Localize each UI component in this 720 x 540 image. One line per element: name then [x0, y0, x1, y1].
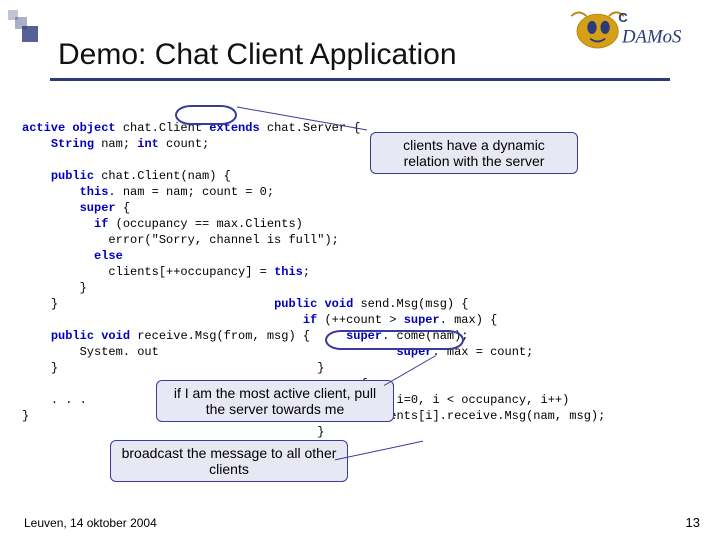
footer-date: Leuven, 14 oktober 2004: [24, 516, 157, 530]
callout-active-client: if I am the most active client, pull the…: [156, 380, 394, 422]
slide-number: 13: [686, 515, 700, 530]
highlight-super-come: [325, 330, 464, 350]
callout-dynamic-relation: clients have a dynamic relation with the…: [370, 132, 578, 174]
highlight-extends: [175, 105, 237, 125]
title-underline: [50, 78, 670, 81]
svg-text:DAMoS: DAMoS: [621, 26, 682, 47]
codamos-logo: DAMoS C: [562, 6, 712, 60]
callout-broadcast: broadcast the message to all other clien…: [110, 440, 348, 482]
slide-title: Demo: Chat Client Application: [58, 38, 457, 72]
svg-text:C: C: [618, 10, 628, 25]
